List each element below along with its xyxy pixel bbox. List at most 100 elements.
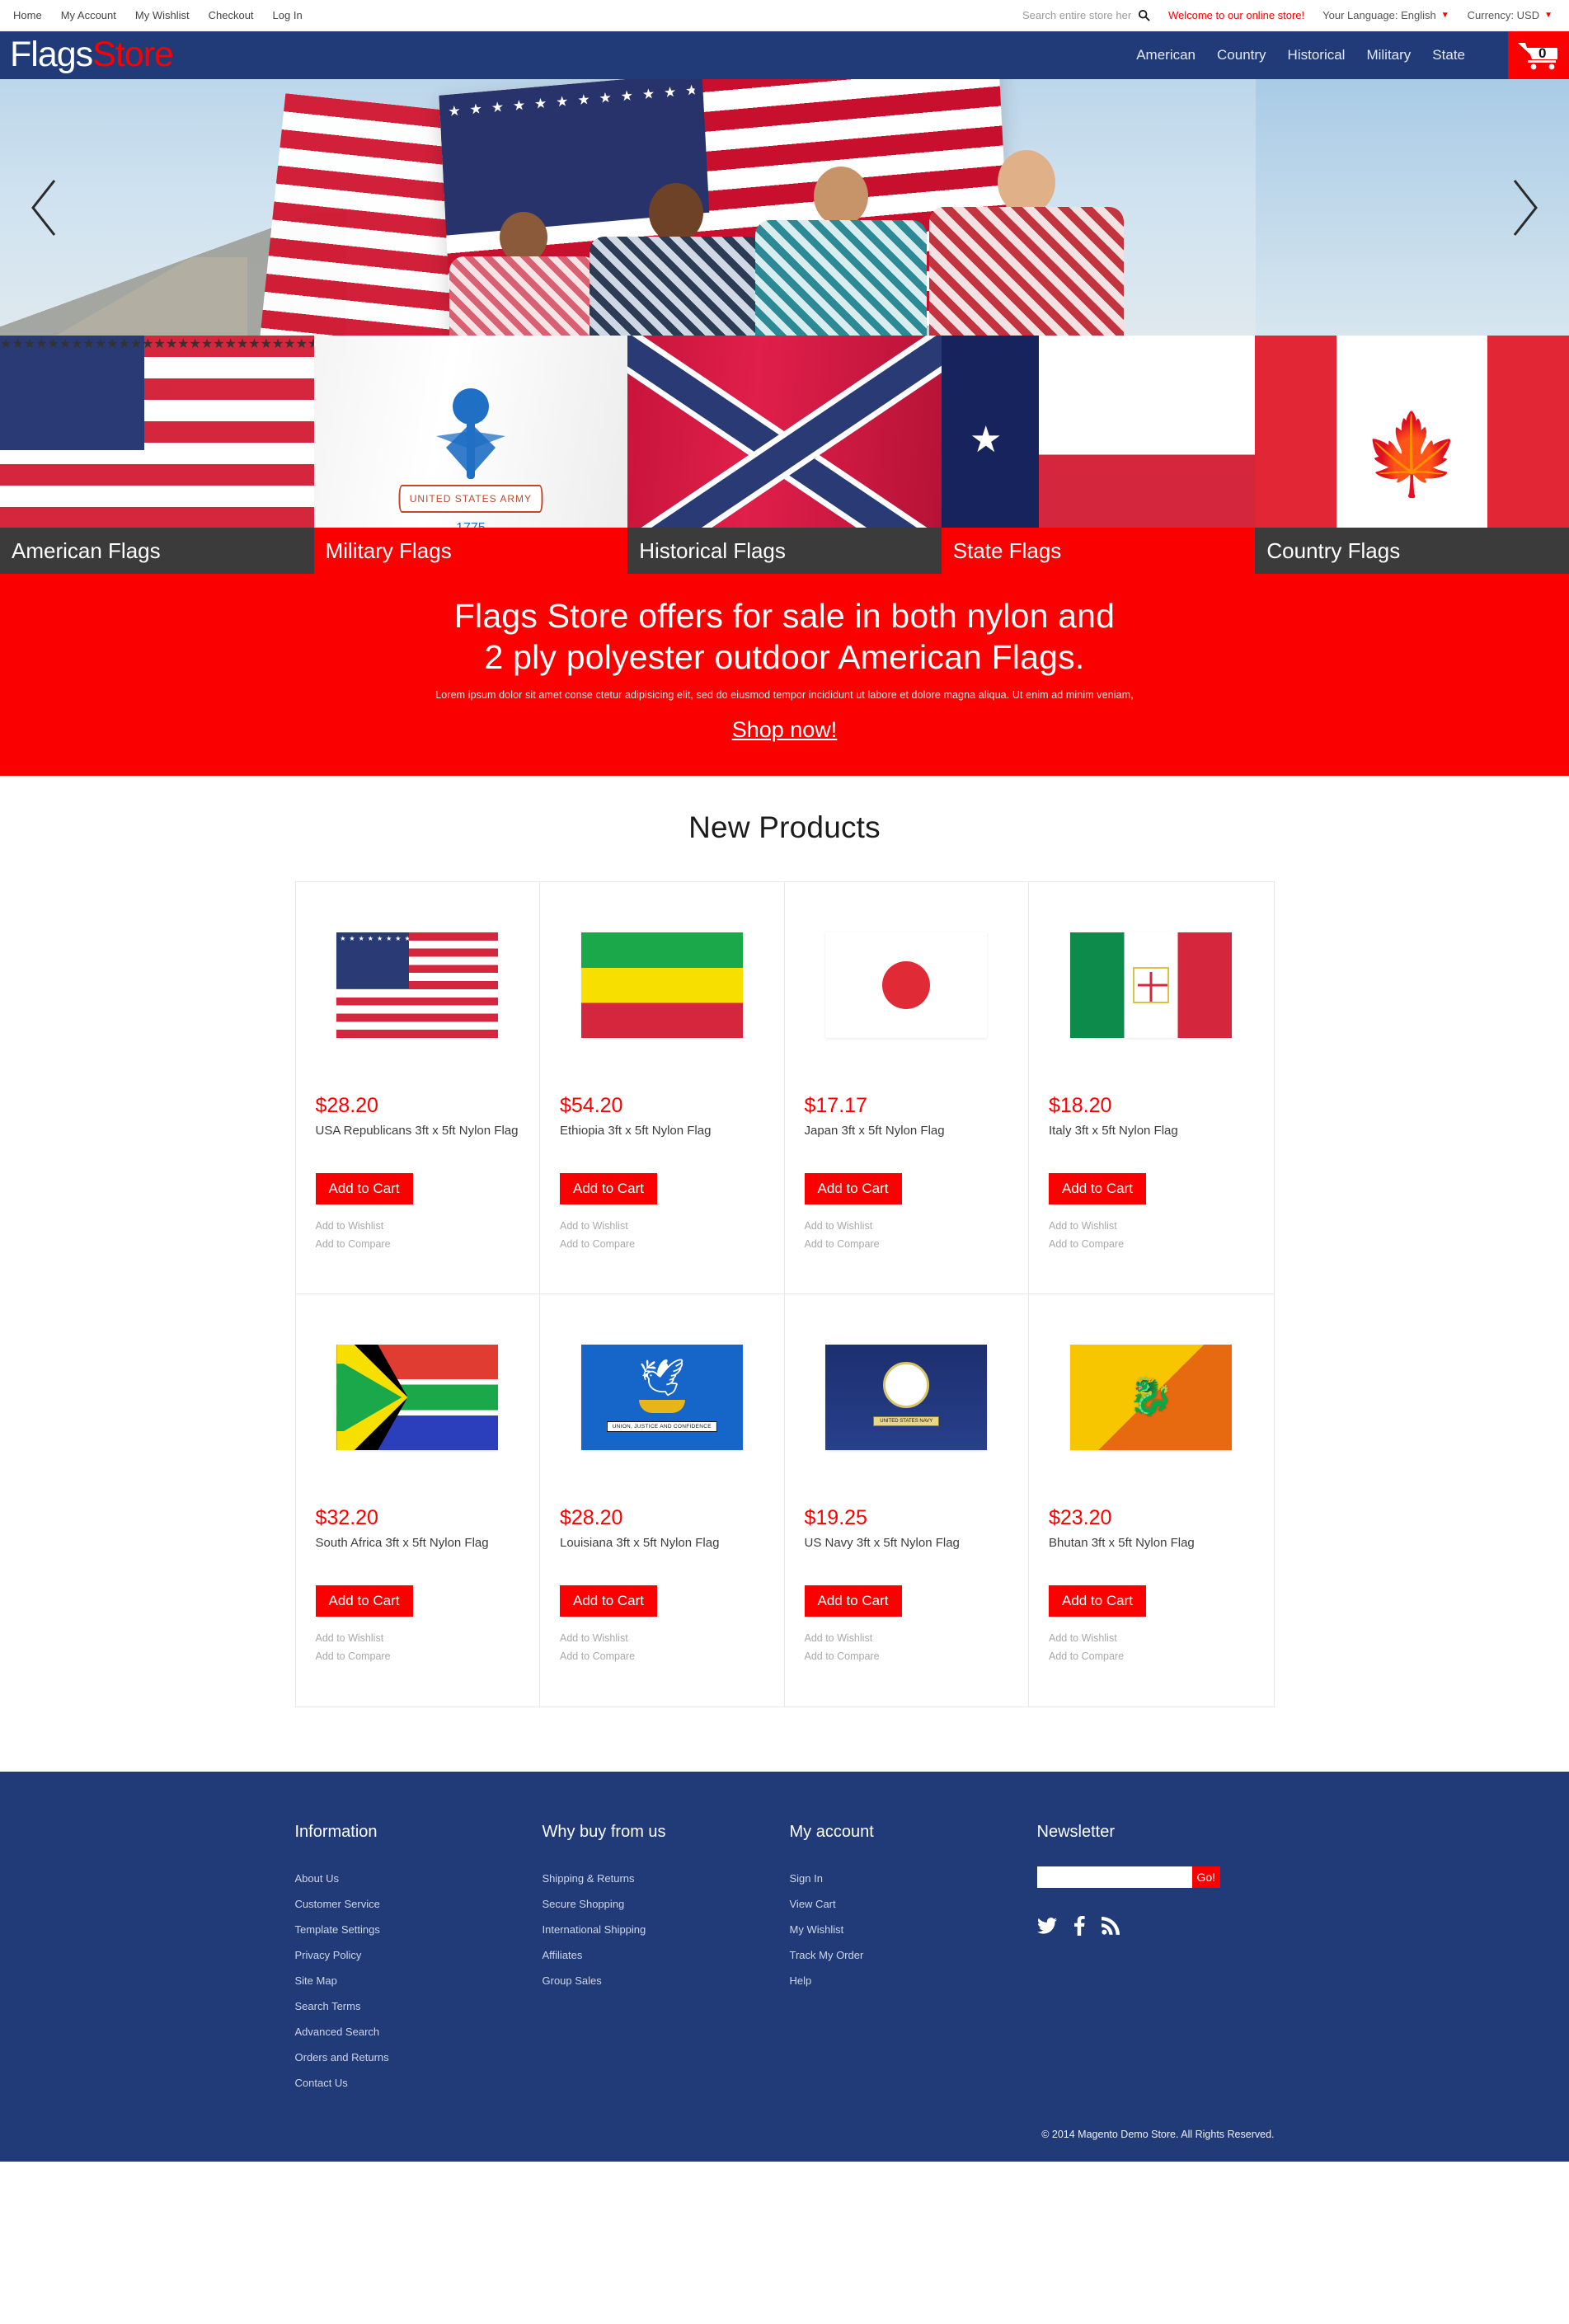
nav-item-country[interactable]: Country bbox=[1217, 47, 1266, 63]
add-to-cart-button[interactable]: Add to Cart bbox=[1049, 1585, 1146, 1617]
footer-link-affiliates[interactable]: Affiliates bbox=[543, 1943, 790, 1969]
product-price: $28.20 bbox=[315, 1094, 378, 1118]
facebook-icon[interactable] bbox=[1073, 1916, 1085, 1937]
footer-link-secure-shopping[interactable]: Secure Shopping bbox=[543, 1892, 790, 1918]
nav-item-state[interactable]: State bbox=[1432, 47, 1465, 63]
logo-text-secondary: Store bbox=[92, 34, 174, 74]
add-to-wishlist-link[interactable]: Add to Wishlist bbox=[316, 1630, 520, 1648]
topbar-link-log-in[interactable]: Log In bbox=[273, 9, 303, 21]
footer-link-orders-and-returns[interactable]: Orders and Returns bbox=[295, 2045, 543, 2071]
nav-item-american[interactable]: American bbox=[1136, 47, 1196, 63]
product-links: Add to Wishlist Add to Compare bbox=[560, 1630, 764, 1665]
add-to-compare-link[interactable]: Add to Compare bbox=[560, 1648, 764, 1666]
add-to-cart-button[interactable]: Add to Cart bbox=[315, 1173, 413, 1205]
product-name[interactable]: South Africa 3ft x 5ft Nylon Flag bbox=[316, 1534, 520, 1570]
product-name[interactable]: Louisiana 3ft x 5ft Nylon Flag bbox=[560, 1534, 764, 1570]
footer-column-newsletter: Newsletter Go! bbox=[1036, 1823, 1275, 2096]
footer-link-privacy-policy[interactable]: Privacy Policy bbox=[295, 1943, 543, 1969]
product-image[interactable] bbox=[316, 1319, 520, 1476]
product-image[interactable] bbox=[1049, 907, 1254, 1063]
add-to-compare-link[interactable]: Add to Compare bbox=[805, 1236, 1009, 1254]
promo-heading-line-1: Flags Store offers for sale in both nylo… bbox=[453, 597, 1116, 635]
topbar-link-home[interactable]: Home bbox=[13, 9, 42, 21]
product-name[interactable]: Ethiopia 3ft x 5ft Nylon Flag bbox=[560, 1122, 764, 1158]
nav-item-military[interactable]: Military bbox=[1366, 47, 1411, 63]
footer-link-group-sales[interactable]: Group Sales bbox=[543, 1969, 790, 1994]
newsletter-go-button[interactable]: Go! bbox=[1191, 1866, 1221, 1889]
category-tile-country-flags[interactable]: 🍁 Country Flags bbox=[1255, 336, 1569, 574]
footer-link-view-cart[interactable]: View Cart bbox=[790, 1892, 1037, 1918]
product-name[interactable]: Italy 3ft x 5ft Nylon Flag bbox=[1049, 1122, 1254, 1158]
category-tile-military-flags[interactable]: UNITED STATES ARMY 1775 Military Flags bbox=[313, 336, 628, 574]
footer-link-template-settings[interactable]: Template Settings bbox=[295, 1918, 543, 1943]
cart-button[interactable]: 0 bbox=[1508, 31, 1569, 79]
product-image[interactable]: 🕊 UNION, JUSTICE AND CONFIDENCE bbox=[560, 1319, 764, 1476]
topbar-link-checkout[interactable]: Checkout bbox=[209, 9, 254, 21]
search-icon[interactable] bbox=[1138, 9, 1150, 21]
add-to-wishlist-link[interactable]: Add to Wishlist bbox=[805, 1218, 1009, 1236]
product-image[interactable]: ★★★★★★★★★★★★★★★★★★★★★★★★★★★★★★★★★★★★★★★★ bbox=[316, 907, 520, 1063]
product-links: Add to Wishlist Add to Compare bbox=[805, 1630, 1009, 1665]
footer-link-sign-in[interactable]: Sign In bbox=[790, 1866, 1037, 1892]
add-to-cart-button[interactable]: Add to Cart bbox=[315, 1585, 413, 1617]
product-image[interactable] bbox=[560, 907, 764, 1063]
add-to-wishlist-link[interactable]: Add to Wishlist bbox=[1049, 1218, 1254, 1236]
footer-link-search-terms[interactable]: Search Terms bbox=[295, 1994, 543, 2020]
add-to-cart-button[interactable]: Add to Cart bbox=[804, 1173, 902, 1205]
hero-person-3 bbox=[750, 167, 932, 336]
footer-link-customer-service[interactable]: Customer Service bbox=[295, 1892, 543, 1918]
product-name[interactable]: Bhutan 3ft x 5ft Nylon Flag bbox=[1049, 1534, 1254, 1570]
add-to-wishlist-link[interactable]: Add to Wishlist bbox=[1049, 1630, 1254, 1648]
footer-link-international-shipping[interactable]: International Shipping bbox=[543, 1918, 790, 1943]
category-tile-historical-flags[interactable]: Historical Flags bbox=[627, 336, 942, 574]
product-grid: ★★★★★★★★★★★★★★★★★★★★★★★★★★★★★★★★★★★★★★★★… bbox=[294, 881, 1275, 1708]
category-tile-state-flags[interactable]: ★ State Flags bbox=[941, 336, 1256, 574]
topbar-link-my-account[interactable]: My Account bbox=[61, 9, 116, 21]
add-to-wishlist-link[interactable]: Add to Wishlist bbox=[316, 1218, 520, 1236]
product-name[interactable]: US Navy 3ft x 5ft Nylon Flag bbox=[805, 1534, 1009, 1570]
currency-selector[interactable]: Currency: USD ▼ bbox=[1468, 9, 1553, 21]
add-to-wishlist-link[interactable]: Add to Wishlist bbox=[560, 1630, 764, 1648]
product-image[interactable]: 🐉 bbox=[1049, 1319, 1254, 1476]
product-image[interactable]: UNITED STATES NAVY bbox=[805, 1319, 1009, 1476]
rss-icon[interactable] bbox=[1101, 1917, 1120, 1935]
carousel-prev-arrow[interactable] bbox=[26, 176, 64, 240]
category-tile-american-flags[interactable]: ★★★★★★★★★★★★★★★★★★★★★★★★★★★★★★★★★★★★★★★★… bbox=[0, 336, 314, 574]
add-to-compare-link[interactable]: Add to Compare bbox=[316, 1648, 520, 1666]
twitter-icon[interactable] bbox=[1036, 1918, 1057, 1934]
topbar-link-my-wishlist[interactable]: My Wishlist bbox=[135, 9, 190, 21]
add-to-compare-link[interactable]: Add to Compare bbox=[1049, 1236, 1254, 1254]
add-to-wishlist-link[interactable]: Add to Wishlist bbox=[805, 1630, 1009, 1648]
product-image[interactable] bbox=[805, 907, 1009, 1063]
add-to-cart-button[interactable]: Add to Cart bbox=[560, 1585, 657, 1617]
search-input[interactable] bbox=[1022, 9, 1131, 21]
add-to-cart-button[interactable]: Add to Cart bbox=[560, 1173, 657, 1205]
add-to-compare-link[interactable]: Add to Compare bbox=[1049, 1648, 1254, 1666]
footer-link-my-wishlist[interactable]: My Wishlist bbox=[790, 1918, 1037, 1943]
product-price: $17.17 bbox=[804, 1094, 867, 1118]
add-to-cart-button[interactable]: Add to Cart bbox=[1049, 1173, 1146, 1205]
product-links: Add to Wishlist Add to Compare bbox=[560, 1218, 764, 1253]
footer-link-track-my-order[interactable]: Track My Order bbox=[790, 1943, 1037, 1969]
product-name[interactable]: USA Republicans 3ft x 5ft Nylon Flag bbox=[316, 1122, 520, 1158]
product-name[interactable]: Japan 3ft x 5ft Nylon Flag bbox=[805, 1122, 1009, 1158]
site-logo[interactable]: FlagsStore bbox=[0, 34, 174, 74]
add-to-compare-link[interactable]: Add to Compare bbox=[316, 1236, 520, 1254]
footer-link-site-map[interactable]: Site Map bbox=[295, 1969, 543, 1994]
shop-now-link[interactable]: Shop now! bbox=[732, 717, 838, 743]
newsletter-email-input[interactable] bbox=[1036, 1866, 1192, 1889]
add-to-cart-button[interactable]: Add to Cart bbox=[804, 1585, 902, 1617]
add-to-compare-link[interactable]: Add to Compare bbox=[805, 1648, 1009, 1666]
footer-link-advanced-search[interactable]: Advanced Search bbox=[295, 2020, 543, 2045]
add-to-wishlist-link[interactable]: Add to Wishlist bbox=[560, 1218, 764, 1236]
nav-item-historical[interactable]: Historical bbox=[1288, 47, 1346, 63]
footer-link-contact-us[interactable]: Contact Us bbox=[295, 2071, 543, 2096]
footer-link-help[interactable]: Help bbox=[790, 1969, 1037, 1994]
language-selector[interactable]: Your Language: English ▼ bbox=[1322, 9, 1449, 21]
footer-link-shipping-and-returns[interactable]: Shipping & Returns bbox=[543, 1866, 790, 1892]
us-navy-ribbon-text: UNITED STATES NAVY bbox=[873, 1416, 940, 1427]
category-label: State Flags bbox=[941, 528, 1256, 574]
add-to-compare-link[interactable]: Add to Compare bbox=[560, 1236, 764, 1254]
carousel-next-arrow[interactable] bbox=[1505, 176, 1543, 240]
footer-link-about-us[interactable]: About Us bbox=[295, 1866, 543, 1892]
